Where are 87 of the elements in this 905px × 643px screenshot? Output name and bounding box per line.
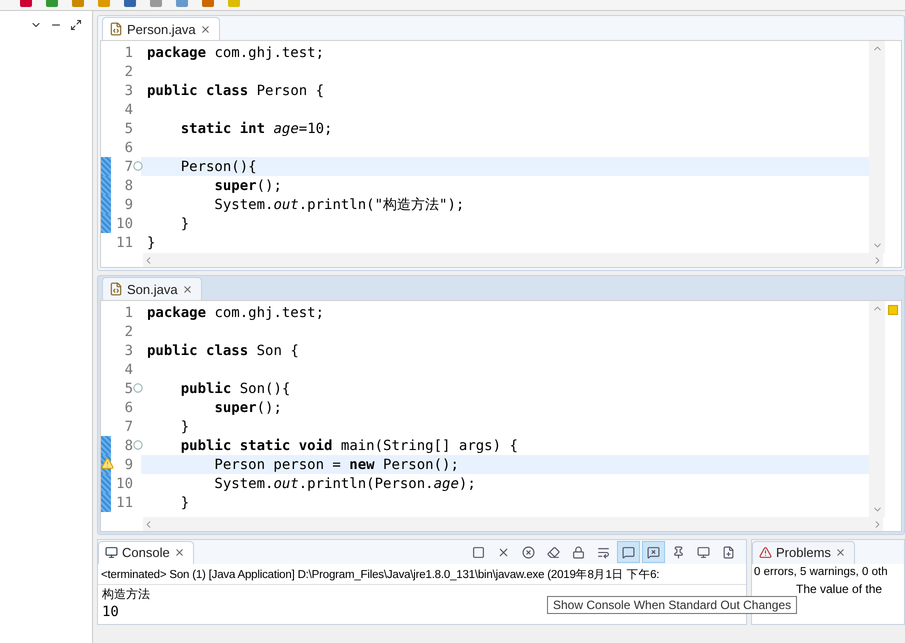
code-line: public static void main(String[] args) { bbox=[180, 438, 518, 454]
line-number: 11 bbox=[115, 494, 133, 510]
code-line: static int age=10; bbox=[180, 120, 332, 136]
line-number: 5 bbox=[124, 120, 133, 136]
code-line: Person person = new Person(); bbox=[213, 456, 459, 472]
line-number: 7 bbox=[124, 158, 133, 174]
code-line: } bbox=[180, 418, 190, 434]
console-status: <terminated> Son (1) [Java Application] D:\Program_Files\Java\jre1.8.0_131\bin\javaw.exe (2019年8月1日 下午6: bbox=[101, 569, 660, 581]
toolbar-icon[interactable] bbox=[46, 0, 58, 7]
editor-tab[interactable]: Person.java bbox=[102, 17, 220, 40]
line-number: 10 bbox=[115, 476, 133, 492]
line-number: 3 bbox=[124, 342, 133, 358]
code-line: } bbox=[180, 216, 190, 232]
problems-summary: 0 errors, 5 warnings, 0 oth bbox=[753, 565, 889, 580]
line-number: 4 bbox=[124, 102, 133, 118]
console-tool-button[interactable] bbox=[617, 541, 640, 563]
code-line: System.out.println(Person.age); bbox=[213, 476, 476, 492]
code-line: Person(){ bbox=[180, 158, 257, 174]
line-number: 7 bbox=[124, 418, 133, 434]
horizontal-scrollbar[interactable] bbox=[143, 253, 883, 267]
problems-icon bbox=[759, 546, 772, 559]
line-number: 8 bbox=[124, 178, 133, 194]
new-file-icon bbox=[722, 546, 735, 558]
remove-icon bbox=[497, 546, 510, 558]
code-line: public class Son { bbox=[146, 342, 299, 358]
toolbar-icon[interactable] bbox=[72, 0, 84, 7]
monitor-icon bbox=[697, 546, 710, 558]
code-line: package com.ghj.test; bbox=[146, 304, 324, 320]
code-editor[interactable]: 1 package com.ghj.test; 2 3 public class Person { 4 5 static int age=10; 6 7 Person(){ 8 super(); 9 System.out.println("构造方法"); 10 } 11 } bbox=[100, 40, 902, 268]
editor-tab[interactable]: Son.java bbox=[102, 277, 202, 300]
line-number: 4 bbox=[124, 362, 133, 378]
code-line: public class Person { bbox=[146, 82, 324, 98]
wrap-icon bbox=[597, 546, 610, 558]
vertical-scrollbar[interactable] bbox=[869, 301, 885, 517]
clear-icon bbox=[547, 546, 560, 558]
stop-icon bbox=[472, 546, 485, 558]
line-number: 2 bbox=[124, 324, 133, 340]
close-icon[interactable] bbox=[200, 24, 211, 34]
java-file-icon bbox=[109, 282, 123, 296]
fold-icon[interactable] bbox=[133, 383, 143, 393]
line-number: 11 bbox=[115, 234, 133, 250]
java-file-icon bbox=[109, 22, 123, 36]
fold-icon[interactable] bbox=[133, 161, 143, 171]
toolbar-icon[interactable] bbox=[150, 0, 162, 7]
fold-icon[interactable] bbox=[133, 440, 143, 450]
line-number: 6 bbox=[124, 400, 133, 416]
toolbar-icon[interactable] bbox=[124, 0, 136, 7]
code-line: super(); bbox=[213, 178, 282, 194]
vertical-scrollbar[interactable] bbox=[869, 41, 885, 253]
close-icon[interactable] bbox=[174, 547, 185, 558]
code-line: public Son(){ bbox=[180, 380, 290, 396]
line-number: 5 bbox=[124, 380, 133, 396]
horizontal-scrollbar[interactable] bbox=[143, 517, 883, 531]
line-number: 1 bbox=[124, 304, 133, 320]
pin-icon bbox=[672, 546, 685, 558]
toolbar-icon[interactable] bbox=[176, 0, 188, 7]
line-number: 9 bbox=[124, 456, 133, 472]
code-line: } bbox=[180, 494, 190, 510]
console-output: 10 bbox=[101, 604, 120, 620]
toolbar-icon[interactable] bbox=[202, 0, 214, 7]
line-number: 10 bbox=[115, 216, 133, 232]
maximize-icon[interactable] bbox=[70, 19, 82, 31]
close-icon[interactable] bbox=[182, 284, 193, 294]
console-tool-button[interactable] bbox=[642, 541, 665, 563]
problem-item[interactable]: The value of the bbox=[752, 580, 886, 596]
remove-all-icon bbox=[522, 546, 535, 558]
console-tab[interactable]: Console bbox=[98, 540, 194, 564]
message-error-icon bbox=[647, 546, 660, 558]
code-line: System.out.println("构造方法"); bbox=[213, 196, 464, 214]
line-number: 1 bbox=[124, 44, 133, 60]
problems-tab[interactable]: Problems bbox=[752, 540, 855, 564]
close-icon[interactable] bbox=[834, 547, 846, 558]
code-editor[interactable]: 1 package com.ghj.test; 2 3 public class Son { 4 5 public Son(){ 6 super(); 7 } 8 public static void main(String[] args) { 9 Person person = new Person(); 10 System.out.println(Person.age); 11 } bbox=[100, 300, 902, 532]
line-number: 3 bbox=[124, 82, 133, 98]
line-number: 2 bbox=[124, 64, 133, 80]
message-icon bbox=[622, 546, 635, 558]
code-line: super(); bbox=[213, 400, 282, 416]
console-icon bbox=[105, 546, 118, 559]
warning-marker[interactable] bbox=[888, 305, 898, 315]
code-line: package com.ghj.test; bbox=[146, 44, 324, 60]
lock-icon bbox=[572, 546, 585, 558]
line-number: 8 bbox=[124, 438, 133, 454]
tooltip: Show Console When Standard Out Changes bbox=[547, 596, 798, 614]
console-output: 构造方法 bbox=[101, 586, 151, 603]
line-number: 9 bbox=[124, 196, 133, 212]
code-line: } bbox=[146, 234, 156, 250]
line-number: 6 bbox=[124, 140, 133, 156]
